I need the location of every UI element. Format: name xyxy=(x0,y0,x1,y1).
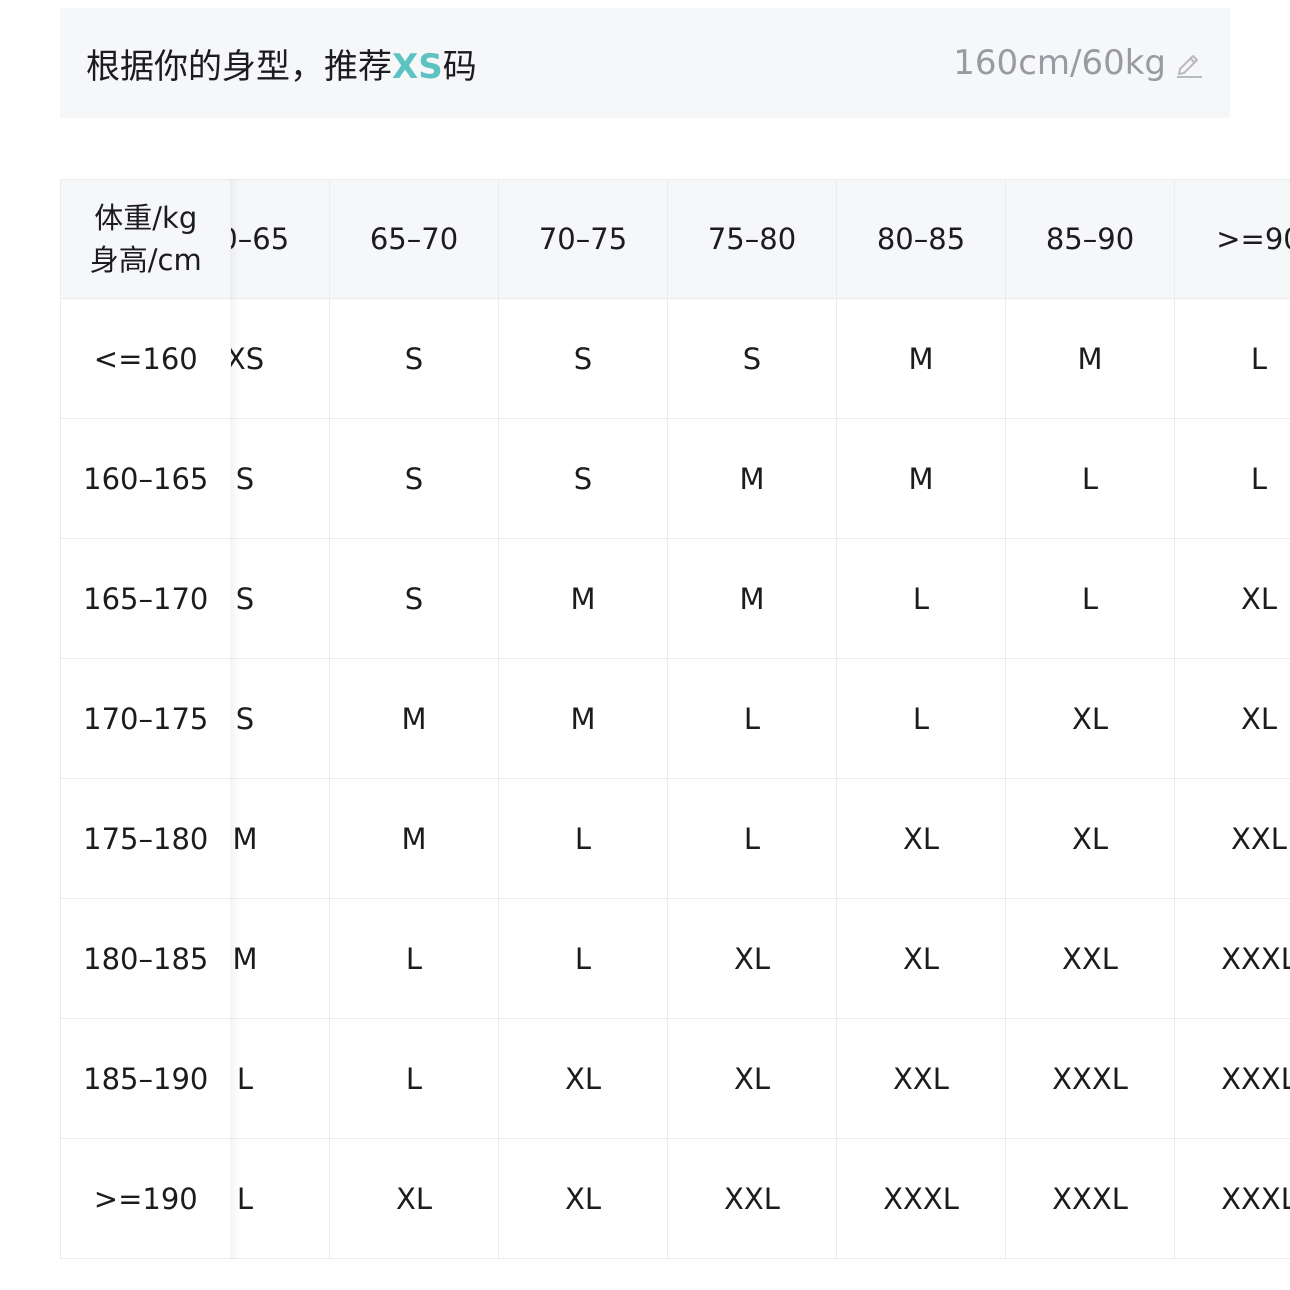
size-chart-scroll-area[interactable]: 60–6565–7070–7575–8080–8585–90>=90XSSSSM… xyxy=(60,179,1290,1261)
size-cell: L xyxy=(1005,418,1175,539)
height-row: 185–190 xyxy=(60,1018,231,1139)
size-cell: M xyxy=(667,538,837,659)
size-cell: XL xyxy=(1005,778,1175,899)
size-cell: XXXL xyxy=(1174,1138,1290,1259)
size-cell: XXL xyxy=(1174,778,1290,899)
size-cell: XXXL xyxy=(836,1138,1006,1259)
size-recommendation-banner: 根据你的身型，推荐XS码 160cm/60kg xyxy=(60,8,1230,118)
size-cell: M xyxy=(498,658,668,779)
corner-header-cell: 体重/kg 身高/cm xyxy=(60,179,231,299)
size-cell: M xyxy=(329,658,499,779)
table-row: XS S S S M M L xyxy=(160,298,1290,419)
size-cell: XXXL xyxy=(1005,1018,1175,1139)
size-cell: S xyxy=(498,418,668,539)
weight-range-header: 70–75 xyxy=(498,179,668,299)
size-cell: XL xyxy=(836,898,1006,1019)
edit-body-metrics-button[interactable]: 160cm/60kg xyxy=(953,43,1204,83)
size-cell: L xyxy=(329,1018,499,1139)
table-row: S S M M L L XL xyxy=(160,538,1290,659)
size-cell: XXL xyxy=(667,1138,837,1259)
size-cell: S xyxy=(329,538,499,659)
height-range-cell: 175–180 xyxy=(60,778,231,899)
size-cell: M xyxy=(667,418,837,539)
corner-header-row: 体重/kg 身高/cm xyxy=(60,179,231,299)
size-cell: S xyxy=(498,298,668,419)
table-row: SSSMMLL xyxy=(160,418,1290,539)
size-cell: L xyxy=(498,778,668,899)
height-range-cell: 170–175 xyxy=(60,658,231,779)
height-range-cell: 165–170 xyxy=(60,538,231,659)
height-row: 175–180 xyxy=(60,778,231,899)
height-row: 160–165 xyxy=(60,418,231,539)
table-row: L L XL XL XXL XXXL XXXL xyxy=(160,1018,1290,1139)
size-cell: S xyxy=(329,298,499,419)
size-cell: XXL xyxy=(836,1018,1006,1139)
size-cell: L xyxy=(836,538,1006,659)
height-range-cell: 160–165 xyxy=(60,418,231,539)
height-row: 165–170 xyxy=(60,538,231,659)
table-row: M L L XL XL XXL XXXL xyxy=(160,898,1290,1019)
recommended-size: XS xyxy=(392,46,443,87)
height-row: <=160 xyxy=(60,298,231,419)
size-cell: XL xyxy=(1005,658,1175,779)
size-cell: L xyxy=(498,898,668,1019)
size-cell: L xyxy=(1005,538,1175,659)
size-cell: M xyxy=(1005,298,1175,419)
size-cell: XL xyxy=(498,1018,668,1139)
size-cell: L xyxy=(836,658,1006,779)
recommendation-prefix: 根据你的身型，推荐 xyxy=(86,46,392,87)
size-cell: XL xyxy=(1174,658,1290,779)
table-row: L XL XL XXL XXXL XXXL XXXL xyxy=(160,1138,1290,1259)
height-range-cell: >=190 xyxy=(60,1138,231,1259)
size-cell: M xyxy=(498,538,668,659)
size-cell: L xyxy=(1174,298,1290,419)
size-chart-table: 60–6565–7070–7575–8080–8585–90>=90XSSSSM… xyxy=(160,179,1290,1259)
body-metrics: 160cm/60kg xyxy=(953,43,1166,83)
weight-range-header: >=90 xyxy=(1174,179,1290,299)
height-row: >=190 xyxy=(60,1138,231,1259)
size-cell: XL xyxy=(667,1018,837,1139)
height-range-cell: <=160 xyxy=(60,298,231,419)
weight-header-row: 60–6565–7070–7575–8080–8585–90>=90 xyxy=(160,179,1290,299)
weight-range-header: 85–90 xyxy=(1005,179,1175,299)
size-cell: L xyxy=(667,658,837,779)
size-cell: XL xyxy=(1174,538,1290,659)
size-cell: M xyxy=(836,298,1006,419)
height-range-cell: 185–190 xyxy=(60,1018,231,1139)
weight-axis-label: 体重/kg xyxy=(94,201,198,235)
size-cell: XL xyxy=(329,1138,499,1259)
size-cell: S xyxy=(667,298,837,419)
table-row: M M L L XL XL XXL xyxy=(160,778,1290,899)
weight-range-header: 75–80 xyxy=(667,179,837,299)
size-cell: L xyxy=(1174,418,1290,539)
size-cell: XXL xyxy=(1005,898,1175,1019)
size-cell: L xyxy=(329,898,499,1019)
height-axis-label: 身高/cm xyxy=(89,243,202,277)
size-cell: XL xyxy=(498,1138,668,1259)
weight-range-header: 80–85 xyxy=(836,179,1006,299)
size-cell: XL xyxy=(836,778,1006,899)
table-row: S M M L L XL XL xyxy=(160,658,1290,779)
weight-range-header: 65–70 xyxy=(329,179,499,299)
size-cell: L xyxy=(667,778,837,899)
size-cell: XL xyxy=(667,898,837,1019)
size-cell: M xyxy=(836,418,1006,539)
recommendation-text: 根据你的身型，推荐XS码 xyxy=(86,39,477,88)
size-cell: S xyxy=(329,418,499,539)
height-row: 170–175 xyxy=(60,658,231,779)
recommendation-suffix: 码 xyxy=(442,46,477,87)
height-range-cell: 180–185 xyxy=(60,898,231,1019)
pencil-icon[interactable] xyxy=(1174,47,1204,79)
height-row: 180–185 xyxy=(60,898,231,1019)
size-cell: XXXL xyxy=(1005,1138,1175,1259)
height-column: 体重/kg 身高/cm <=160 160–165 165–170 170–175 175–… xyxy=(60,179,231,1259)
size-cell: M xyxy=(329,778,499,899)
size-cell: XXXL xyxy=(1174,898,1290,1019)
size-cell: XXXL xyxy=(1174,1018,1290,1139)
